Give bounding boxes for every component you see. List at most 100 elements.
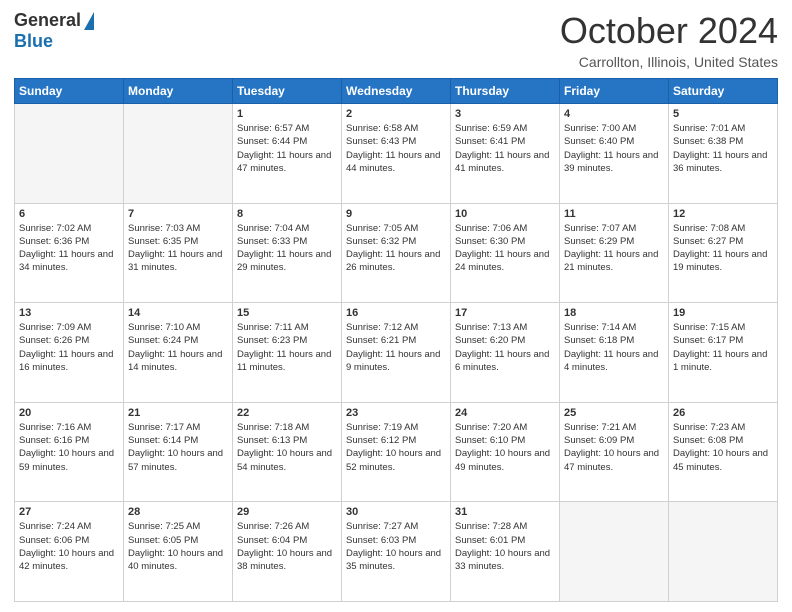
day-detail: Sunrise: 7:23 AMSunset: 6:08 PMDaylight:… [673,421,773,474]
logo-text: General [14,10,94,31]
day-detail: Sunrise: 7:04 AMSunset: 6:33 PMDaylight:… [237,222,337,275]
day-detail: Sunrise: 7:00 AMSunset: 6:40 PMDaylight:… [564,122,664,175]
calendar-cell: 28 Sunrise: 7:25 AMSunset: 6:05 PMDayligh… [124,502,233,602]
day-detail: Sunrise: 7:15 AMSunset: 6:17 PMDaylight:… [673,321,773,374]
calendar-week-1: 1Sunrise: 6:57 AMSunset: 6:44 PMDaylight… [15,104,778,204]
title-area: October 2024 Carrollton, Illinois, Unite… [560,10,778,70]
calendar-cell: 13 Sunrise: 7:09 AMSunset: 6:26 PMDayligh… [15,303,124,403]
logo-blue: Blue [14,31,53,52]
calendar-cell: 22 Sunrise: 7:18 AMSunset: 6:13 PMDayligh… [233,402,342,502]
day-header-saturday: Saturday [669,79,778,104]
day-detail: Sunrise: 7:16 AMSunset: 6:16 PMDaylight:… [19,421,119,474]
day-detail: Sunrise: 7:09 AMSunset: 6:26 PMDaylight:… [19,321,119,374]
day-detail: Sunrise: 7:07 AMSunset: 6:29 PMDaylight:… [564,222,664,275]
calendar-cell: 21Sunrise: 7:17 AMSunset: 6:14 PMDayligh… [124,402,233,502]
day-number: 18 [564,307,664,319]
calendar-week-4: 20 Sunrise: 7:16 AMSunset: 6:16 PMDayligh… [15,402,778,502]
calendar-cell: 1Sunrise: 6:57 AMSunset: 6:44 PMDaylight… [233,104,342,204]
header: General Blue October 2024 Carrollton, Il… [14,10,778,70]
day-detail: Sunrise: 7:14 AMSunset: 6:18 PMDaylight:… [564,321,664,374]
day-detail: Sunrise: 7:01 AMSunset: 6:38 PMDaylight:… [673,122,773,175]
day-number: 23 [346,407,446,419]
calendar-cell: 11 Sunrise: 7:07 AMSunset: 6:29 PMDayligh… [560,203,669,303]
day-number: 29 [237,506,337,518]
calendar-header-row: SundayMondayTuesdayWednesdayThursdayFrid… [15,79,778,104]
day-detail: Sunrise: 7:18 AMSunset: 6:13 PMDaylight:… [237,421,337,474]
day-detail: Sunrise: 7:11 AMSunset: 6:23 PMDaylight:… [237,321,337,374]
day-number: 28 [128,506,228,518]
calendar-cell: 23 Sunrise: 7:19 AMSunset: 6:12 PMDayligh… [342,402,451,502]
day-number: 8 [237,208,337,220]
calendar-cell: 10 Sunrise: 7:06 AMSunset: 6:30 PMDayligh… [451,203,560,303]
calendar-cell: 5 Sunrise: 7:01 AMSunset: 6:38 PMDaylight… [669,104,778,204]
day-detail: Sunrise: 6:59 AMSunset: 6:41 PMDaylight:… [455,122,555,175]
calendar-cell: 18 Sunrise: 7:14 AMSunset: 6:18 PMDayligh… [560,303,669,403]
day-number: 27 [19,506,119,518]
calendar-cell [15,104,124,204]
day-number: 24 [455,407,555,419]
day-detail: Sunrise: 7:24 AMSunset: 6:06 PMDaylight:… [19,520,119,573]
month-title: October 2024 [560,10,778,52]
day-header-monday: Monday [124,79,233,104]
day-header-friday: Friday [560,79,669,104]
calendar-week-2: 6Sunrise: 7:02 AMSunset: 6:36 PMDaylight… [15,203,778,303]
logo-triangle-icon [84,12,94,30]
calendar-cell: 6Sunrise: 7:02 AMSunset: 6:36 PMDaylight… [15,203,124,303]
day-number: 1 [237,108,337,120]
calendar-cell: 12 Sunrise: 7:08 AMSunset: 6:27 PMDayligh… [669,203,778,303]
location: Carrollton, Illinois, United States [560,54,778,70]
day-number: 11 [564,208,664,220]
day-header-thursday: Thursday [451,79,560,104]
day-number: 13 [19,307,119,319]
calendar-week-3: 13 Sunrise: 7:09 AMSunset: 6:26 PMDayligh… [15,303,778,403]
day-number: 14 [128,307,228,319]
day-detail: Sunrise: 7:19 AMSunset: 6:12 PMDaylight:… [346,421,446,474]
day-number: 7 [128,208,228,220]
day-number: 10 [455,208,555,220]
day-header-tuesday: Tuesday [233,79,342,104]
calendar-cell [560,502,669,602]
day-number: 15 [237,307,337,319]
day-number: 26 [673,407,773,419]
calendar-cell: 26 Sunrise: 7:23 AMSunset: 6:08 PMDayligh… [669,402,778,502]
calendar-cell: 30Sunrise: 7:27 AMSunset: 6:03 PMDayligh… [342,502,451,602]
calendar-cell [669,502,778,602]
calendar-cell: 8 Sunrise: 7:04 AMSunset: 6:33 PMDaylight… [233,203,342,303]
calendar-cell: 20 Sunrise: 7:16 AMSunset: 6:16 PMDayligh… [15,402,124,502]
day-detail: Sunrise: 7:25 AMSunset: 6:05 PMDaylight:… [128,520,228,573]
day-number: 6 [19,208,119,220]
day-detail: Sunrise: 7:21 AMSunset: 6:09 PMDaylight:… [564,421,664,474]
day-detail: Sunrise: 7:05 AMSunset: 6:32 PMDaylight:… [346,222,446,275]
day-number: 2 [346,108,446,120]
day-number: 9 [346,208,446,220]
day-header-sunday: Sunday [15,79,124,104]
day-number: 5 [673,108,773,120]
calendar-table: SundayMondayTuesdayWednesdayThursdayFrid… [14,78,778,602]
day-detail: Sunrise: 7:03 AMSunset: 6:35 PMDaylight:… [128,222,228,275]
day-number: 12 [673,208,773,220]
calendar-cell: 25Sunrise: 7:21 AMSunset: 6:09 PMDayligh… [560,402,669,502]
day-detail: Sunrise: 7:08 AMSunset: 6:27 PMDaylight:… [673,222,773,275]
day-detail: Sunrise: 7:20 AMSunset: 6:10 PMDaylight:… [455,421,555,474]
day-number: 20 [19,407,119,419]
page: General Blue October 2024 Carrollton, Il… [0,0,792,612]
calendar-cell: 7 Sunrise: 7:03 AMSunset: 6:35 PMDaylight… [124,203,233,303]
day-detail: Sunrise: 7:28 AMSunset: 6:01 PMDaylight:… [455,520,555,573]
day-number: 19 [673,307,773,319]
day-number: 16 [346,307,446,319]
day-number: 21 [128,407,228,419]
calendar-cell: 4Sunrise: 7:00 AMSunset: 6:40 PMDaylight… [560,104,669,204]
day-detail: Sunrise: 7:26 AMSunset: 6:04 PMDaylight:… [237,520,337,573]
calendar-cell: 9 Sunrise: 7:05 AMSunset: 6:32 PMDaylight… [342,203,451,303]
day-number: 22 [237,407,337,419]
calendar-cell: 24 Sunrise: 7:20 AMSunset: 6:10 PMDayligh… [451,402,560,502]
calendar-cell: 27 Sunrise: 7:24 AMSunset: 6:06 PMDayligh… [15,502,124,602]
calendar-cell: 19 Sunrise: 7:15 AMSunset: 6:17 PMDayligh… [669,303,778,403]
logo-area: General Blue [14,10,94,52]
day-detail: Sunrise: 7:27 AMSunset: 6:03 PMDaylight:… [346,520,446,573]
calendar-cell: 17Sunrise: 7:13 AMSunset: 6:20 PMDayligh… [451,303,560,403]
calendar-week-5: 27 Sunrise: 7:24 AMSunset: 6:06 PMDayligh… [15,502,778,602]
logo-general: General [14,10,81,31]
calendar-cell: 14Sunrise: 7:10 AMSunset: 6:24 PMDayligh… [124,303,233,403]
day-detail: Sunrise: 7:06 AMSunset: 6:30 PMDaylight:… [455,222,555,275]
